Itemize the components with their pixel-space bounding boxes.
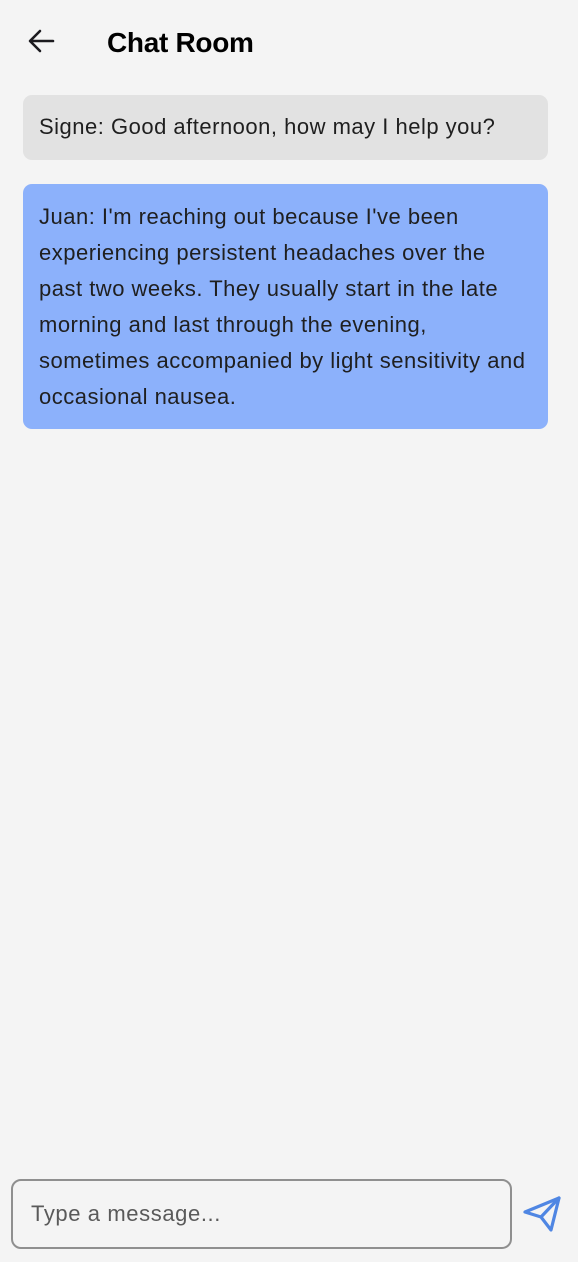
message-text: Signe: Good afternoon, how may I help yo… xyxy=(39,114,496,139)
app-bar: Chat Room xyxy=(0,0,578,84)
page-title: Chat Room xyxy=(107,27,254,58)
message-text: Juan: I'm reaching out because I've been… xyxy=(39,204,526,409)
message-list: Signe: Good afternoon, how may I help yo… xyxy=(23,95,548,429)
back-button[interactable] xyxy=(22,24,60,58)
send-button[interactable] xyxy=(520,1192,564,1236)
message-bubble-signe: Signe: Good afternoon, how may I help yo… xyxy=(23,95,548,160)
message-input[interactable] xyxy=(11,1179,512,1249)
arrow-left-icon xyxy=(28,29,55,53)
composer-bar xyxy=(0,1170,578,1262)
send-icon xyxy=(523,1196,561,1232)
message-bubble-juan: Juan: I'm reaching out because I've been… xyxy=(23,184,548,429)
